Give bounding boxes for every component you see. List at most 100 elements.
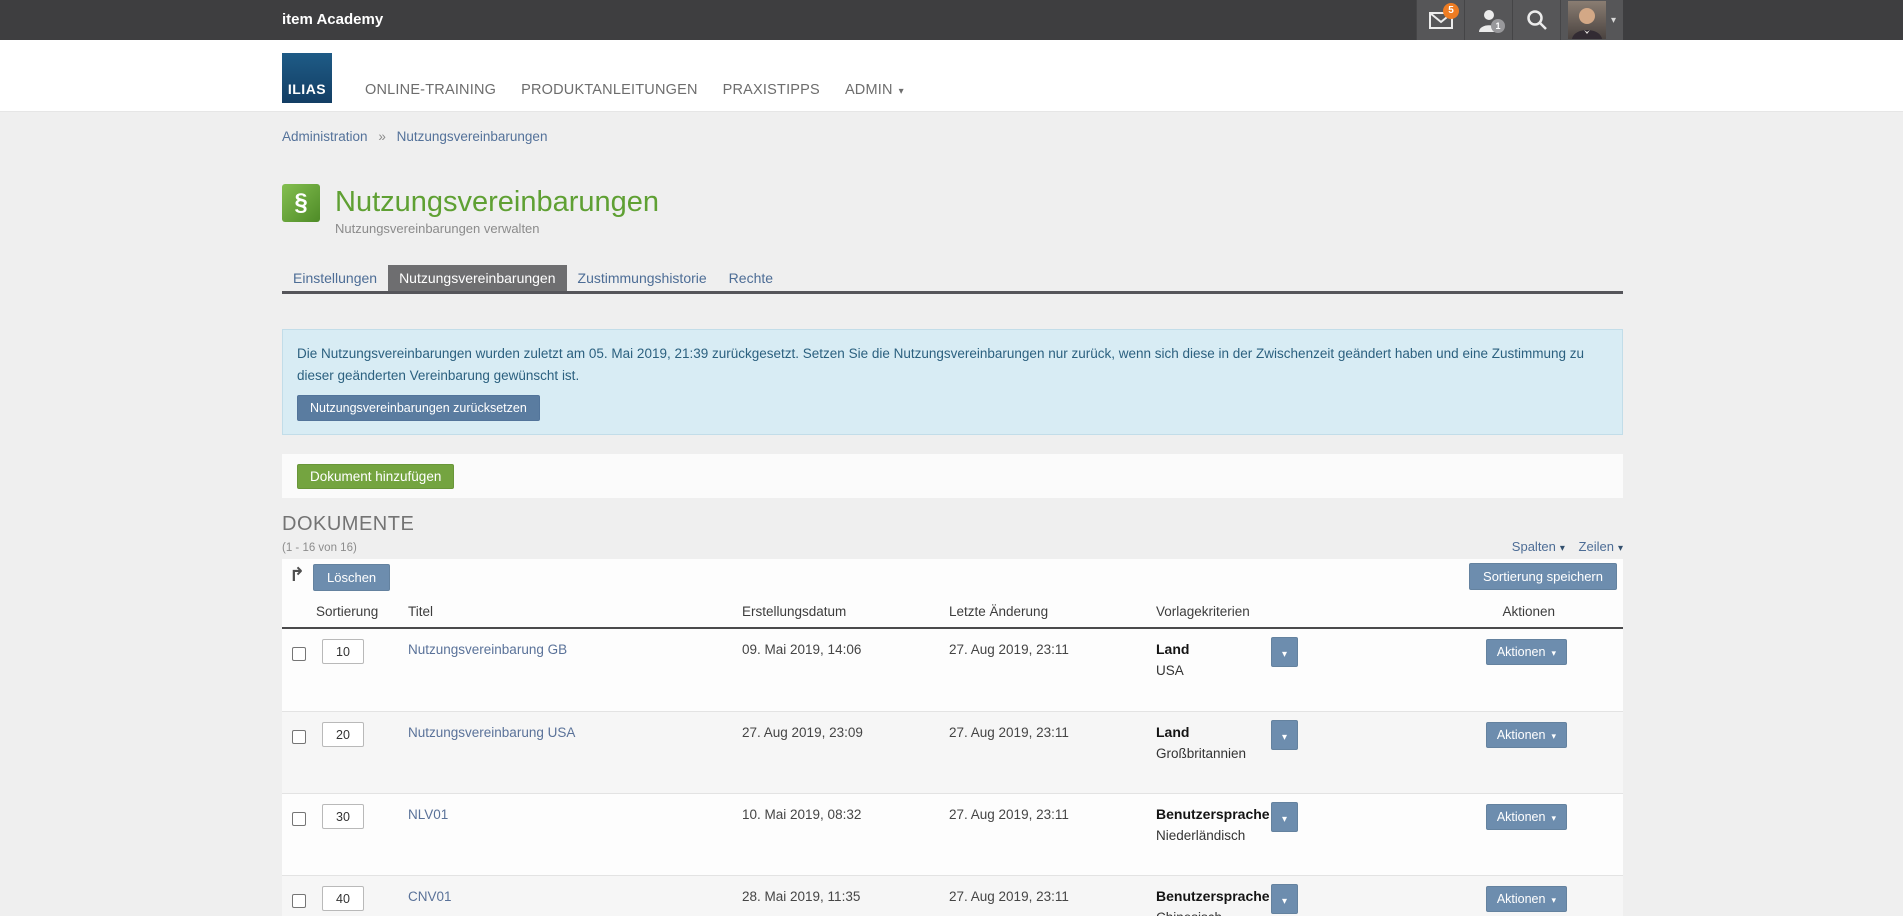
page-title: Nutzungsvereinbarungen (335, 184, 659, 220)
column-header-titel: Titel (406, 597, 740, 627)
row-checkbox-cell (282, 712, 314, 793)
rows-menu[interactable]: Zeilen▾ (1579, 539, 1623, 554)
info-message-text: Die Nutzungsvereinbarungen wurden zuletz… (297, 343, 1597, 386)
modified-date: 27. Aug 2019, 23:11 (947, 629, 1154, 711)
topbar: item Academy 5 1 (0, 0, 1903, 40)
columns-menu[interactable]: Spalten▾ (1512, 539, 1565, 554)
created-date: 09. Mai 2019, 14:06 (740, 629, 947, 711)
row-title-cell: Nutzungsvereinbarung GB (406, 629, 740, 711)
column-header-aktionen: Aktionen (1320, 597, 1623, 627)
row-actions-button[interactable]: Aktionen▾ (1486, 639, 1567, 665)
document-title-link[interactable]: Nutzungsvereinbarung USA (408, 712, 575, 740)
nav-item-admin[interactable]: ADMIN▾ (845, 82, 904, 98)
tab-zustimmungshistorie[interactable]: Zustimmungshistorie (567, 265, 718, 291)
select-pointer-icon[interactable]: ↱ (289, 565, 305, 587)
created-date: 10. Mai 2019, 08:32 (740, 794, 947, 875)
table-row: NLV01 10. Mai 2019, 08:32 27. Aug 2019, … (282, 793, 1623, 875)
modified-date: 27. Aug 2019, 23:11 (947, 712, 1154, 793)
row-title-cell: Nutzungsvereinbarung USA (406, 712, 740, 793)
row-checkbox[interactable] (292, 894, 306, 908)
main-nav: ONLINE-TRAINING PRODUKTANLEITUNGEN PRAXIST… (365, 82, 904, 98)
row-sort-cell (314, 712, 406, 793)
mail-button[interactable]: 5 (1416, 0, 1464, 40)
tab-einstellungen[interactable]: Einstellungen (282, 265, 388, 291)
created-date: 27. Aug 2019, 23:09 (740, 712, 947, 793)
row-actions-cell: Aktionen▾ (1320, 712, 1623, 793)
page-subtitle: Nutzungsvereinbarungen verwalten (335, 221, 659, 236)
criterion-dropdown-button[interactable]: ▾ (1271, 720, 1298, 750)
chevron-down-icon: ▾ (899, 86, 904, 97)
table-view-menus: Spalten▾ Zeilen▾ (1502, 539, 1623, 554)
breadcrumb: Administration » Nutzungsvereinbarungen (282, 112, 1623, 144)
header-checkbox-spacer (282, 597, 314, 627)
search-button[interactable] (1512, 0, 1560, 40)
chevron-down-icon: ▾ (1551, 813, 1556, 823)
chevron-down-icon: ▾ (1618, 543, 1623, 554)
add-document-toolbar: Dokument hinzufügen (282, 454, 1623, 498)
row-criteria-cell: Benutzersprache Niederländisch ▾ (1154, 794, 1320, 875)
page-header: § Nutzungsvereinbarungen Nutzungsvereinb… (282, 184, 1623, 236)
chevron-down-icon: ▾ (1560, 543, 1565, 554)
row-checkbox[interactable] (292, 812, 306, 826)
breadcrumb-link-administration[interactable]: Administration (282, 129, 368, 144)
document-title-link[interactable]: NLV01 (408, 794, 448, 822)
table-row: Nutzungsvereinbarung GB 09. Mai 2019, 14… (282, 629, 1623, 711)
row-actions-button[interactable]: Aktionen▾ (1486, 804, 1567, 830)
row-actions-cell: Aktionen▾ (1320, 876, 1623, 916)
table-body: Nutzungsvereinbarung GB 09. Mai 2019, 14… (282, 629, 1623, 916)
sort-order-input[interactable] (322, 722, 364, 747)
criterion-dropdown-button[interactable]: ▾ (1271, 802, 1298, 832)
screen: item Academy 5 1 (0, 0, 1903, 916)
user-menu-button[interactable]: ▾ (1560, 0, 1623, 40)
row-title-cell: CNV01 (406, 876, 740, 916)
row-checkbox[interactable] (292, 647, 306, 661)
row-checkbox-cell (282, 876, 314, 916)
sort-order-input[interactable] (322, 804, 364, 829)
nav-item-produktanleitungen[interactable]: PRODUKTANLEITUNGEN (521, 82, 698, 98)
tab-nutzungsvereinbarungen[interactable]: Nutzungsvereinbarungen (388, 265, 566, 291)
nav-item-online-training[interactable]: ONLINE-TRAINING (365, 82, 496, 98)
delete-button[interactable]: Löschen (313, 564, 390, 591)
table-row: CNV01 28. Mai 2019, 11:35 27. Aug 2019, … (282, 875, 1623, 916)
breadcrumb-link-nutzungsvereinbarungen[interactable]: Nutzungsvereinbarungen (397, 129, 548, 144)
nav-item-praxistipps[interactable]: PRAXISTIPPS (723, 82, 820, 98)
row-criteria-cell: Benutzersprache Chinesisch ▾ (1154, 876, 1320, 916)
save-sorting-button[interactable]: Sortierung speichern (1469, 563, 1617, 590)
sort-order-input[interactable] (322, 886, 364, 911)
row-checkbox[interactable] (292, 730, 306, 744)
topbar-icons: 5 1 (1416, 0, 1623, 40)
row-checkbox-cell (282, 629, 314, 711)
modified-date: 27. Aug 2019, 23:11 (947, 794, 1154, 875)
row-checkbox-cell (282, 794, 314, 875)
avatar (1568, 1, 1606, 39)
reset-agreements-button[interactable]: Nutzungsvereinbarungen zurücksetzen (297, 395, 540, 421)
documents-table-panel: ↱ Löschen Sortierung speichern Sortierun… (282, 559, 1623, 916)
tabs: EinstellungenNutzungsvereinbarungenZusti… (282, 265, 1623, 294)
table-header-row: Sortierung Titel Erstellungsdatum Letzte… (282, 597, 1623, 629)
row-actions-button[interactable]: Aktionen▾ (1486, 886, 1567, 912)
sort-order-input[interactable] (322, 639, 364, 664)
row-criteria-cell: Land Großbritannien ▾ (1154, 712, 1320, 793)
criterion-dropdown-button[interactable]: ▾ (1271, 637, 1298, 667)
chevron-down-icon: ▾ (1282, 814, 1287, 825)
add-document-button[interactable]: Dokument hinzufügen (297, 464, 454, 489)
info-message-box: Die Nutzungsvereinbarungen wurden zuletz… (282, 329, 1623, 435)
created-date: 28. Mai 2019, 11:35 (740, 876, 947, 916)
row-criteria-cell: Land USA ▾ (1154, 629, 1320, 711)
criterion-dropdown-button[interactable]: ▾ (1271, 884, 1298, 914)
result-count: (1 - 16 von 16) (282, 542, 357, 554)
row-sort-cell (314, 629, 406, 711)
document-title-link[interactable]: Nutzungsvereinbarung GB (408, 629, 567, 657)
section-title: DOKUMENTE (282, 512, 1623, 536)
document-title-link[interactable]: CNV01 (408, 876, 452, 904)
tab-rechte[interactable]: Rechte (718, 265, 784, 291)
logo-text: ILIAS (288, 81, 326, 97)
app-title: item Academy (282, 0, 383, 40)
site-header: ILIAS ONLINE-TRAINING PRODUKTANLEITUNGEN P… (0, 40, 1903, 112)
row-title-cell: NLV01 (406, 794, 740, 875)
column-header-sortierung: Sortierung (314, 597, 406, 627)
ilias-logo[interactable]: ILIAS (282, 53, 332, 103)
user-online-button[interactable]: 1 (1464, 0, 1512, 40)
chevron-down-icon: ▾ (1282, 896, 1287, 907)
row-actions-button[interactable]: Aktionen▾ (1486, 722, 1567, 748)
